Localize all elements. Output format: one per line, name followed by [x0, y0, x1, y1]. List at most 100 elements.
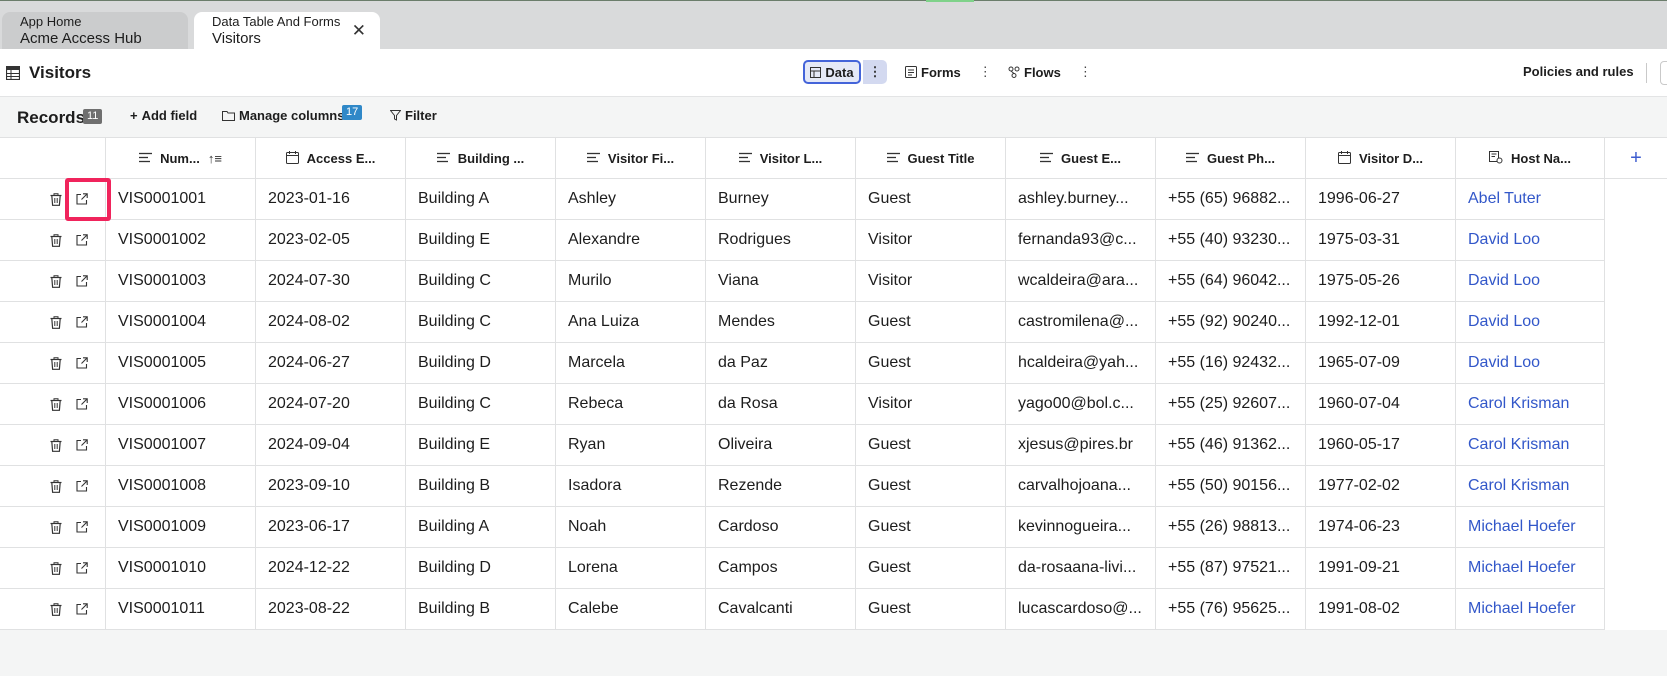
forms-view-button[interactable]: Forms [905, 65, 961, 80]
table-cell: Alexandre [556, 220, 706, 260]
column-header[interactable]: Visitor D... [1306, 138, 1456, 179]
table-row[interactable]: VIS0001009 2023-06-17 Building A Noah Cardos… [0, 507, 1605, 548]
host-name-link[interactable]: David Loo [1456, 261, 1605, 301]
filter-icon [390, 110, 401, 121]
table-cell: Isadora [556, 466, 706, 506]
close-tab-icon[interactable]: ✕ [352, 22, 366, 39]
add-field-label: Add field [141, 108, 198, 123]
column-header-label: Visitor D... [1358, 151, 1424, 166]
table-cell: Guest [856, 179, 1006, 219]
trash-icon[interactable] [49, 479, 63, 493]
trash-icon[interactable] [49, 520, 63, 534]
flows-view-button[interactable]: Flows [1008, 65, 1061, 80]
host-name-link[interactable]: Michael Hoefer [1456, 507, 1605, 547]
table-cell: 2023-06-17 [256, 507, 406, 547]
open-record-icon[interactable] [75, 520, 89, 534]
trash-icon[interactable] [49, 315, 63, 329]
filter-button[interactable]: Filter [390, 108, 437, 123]
column-header[interactable]: Visitor Fi... [556, 138, 706, 179]
table-cell: Viana [706, 261, 856, 301]
column-header-label: Guest Ph... [1207, 151, 1275, 166]
table-row[interactable]: VIS0001005 2024-06-27 Building D Marcela da … [0, 343, 1605, 384]
table-row[interactable]: VIS0001007 2024-09-04 Building E Ryan Olivei… [0, 425, 1605, 466]
host-name-link[interactable]: David Loo [1456, 343, 1605, 383]
host-name-link[interactable]: Carol Krisman [1456, 425, 1605, 465]
open-record-icon[interactable] [75, 438, 89, 452]
column-header[interactable]: Building ... [406, 138, 556, 179]
table-cell: +55 (50) 90156... [1156, 466, 1306, 506]
row-actions [0, 548, 106, 588]
manage-columns-button[interactable]: Manage columns [222, 108, 344, 123]
policies-and-rules-button[interactable]: Policies and rules [1523, 64, 1634, 79]
open-record-icon[interactable] [75, 356, 89, 370]
header-cut-off-button[interactable] [1660, 61, 1667, 85]
trash-icon[interactable] [49, 192, 63, 206]
table-row[interactable]: VIS0001008 2023-09-10 Building B Isadora Rez… [0, 466, 1605, 507]
open-record-icon[interactable] [75, 315, 89, 329]
open-record-icon[interactable] [75, 233, 89, 247]
host-name-link[interactable]: Carol Krisman [1456, 466, 1605, 506]
trash-icon[interactable] [49, 397, 63, 411]
data-view-button[interactable]: Data [803, 60, 861, 84]
table-cell: yago00@bol.c... [1006, 384, 1156, 424]
header-divider [1646, 63, 1647, 83]
add-field-button[interactable]: + Add field [130, 108, 197, 123]
table-row[interactable]: VIS0001011 2023-08-22 Building B Calebe Cava… [0, 589, 1605, 630]
host-name-link[interactable]: David Loo [1456, 302, 1605, 342]
row-actions [0, 466, 106, 506]
trash-icon[interactable] [49, 561, 63, 575]
host-name-link[interactable]: Carol Krisman [1456, 384, 1605, 424]
page-header: Visitors Data ⋮ Forms ⋮ Flows ⋮ Policies… [0, 49, 1667, 97]
table-row[interactable]: VIS0001001 2023-01-16 Building A Ashley Burn… [0, 179, 1605, 220]
column-header[interactable]: Visitor L... [706, 138, 856, 179]
column-header[interactable]: Host Na... [1456, 138, 1605, 179]
table-row[interactable]: VIS0001006 2024-07-20 Building C Rebeca da R… [0, 384, 1605, 425]
table-cell: Rebeca [556, 384, 706, 424]
table-cell: VIS0001007 [106, 425, 256, 465]
column-header[interactable]: Access E... [256, 138, 406, 179]
host-name-link[interactable]: Michael Hoefer [1456, 589, 1605, 629]
table-row[interactable]: VIS0001002 2023-02-05 Building E Alexandre R… [0, 220, 1605, 261]
open-record-icon[interactable] [75, 479, 89, 493]
table-icon [810, 66, 822, 78]
records-label: Records [17, 108, 86, 127]
table-cell: 2024-12-22 [256, 548, 406, 588]
open-record-icon[interactable] [75, 602, 89, 616]
table-cell: Calebe [556, 589, 706, 629]
trash-icon[interactable] [49, 356, 63, 370]
trash-icon[interactable] [49, 274, 63, 288]
tab-bar-accent [926, 0, 974, 2]
host-name-link[interactable]: Michael Hoefer [1456, 548, 1605, 588]
column-header[interactable]: Guest Title [856, 138, 1006, 179]
sort-ascending-icon[interactable]: ↑≡ [208, 151, 222, 166]
records-toolbar: Records 11 + Add field Manage columns 17… [0, 97, 1667, 137]
table-row[interactable]: VIS0001004 2024-08-02 Building C Ana Luiza M… [0, 302, 1605, 343]
data-more-menu-icon[interactable]: ⋮ [863, 60, 887, 84]
table-cell: Visitor [856, 261, 1006, 301]
column-header-label: Guest E... [1061, 151, 1121, 166]
flows-more-menu-icon[interactable]: ⋮ [1079, 64, 1092, 80]
forms-more-menu-icon[interactable]: ⋮ [979, 64, 992, 80]
add-column-button[interactable]: + [1605, 138, 1667, 179]
open-record-icon[interactable] [75, 561, 89, 575]
table-cell: 1996-06-27 [1306, 179, 1456, 219]
trash-icon[interactable] [49, 438, 63, 452]
column-header[interactable]: Num... ↑≡ [106, 138, 256, 179]
tab-visitors[interactable]: Data Table And Forms Visitors ✕ [194, 12, 380, 50]
table-cell: Visitor [856, 384, 1006, 424]
folder-icon [222, 111, 235, 121]
trash-icon[interactable] [49, 602, 63, 616]
host-name-link[interactable]: Abel Tuter [1456, 179, 1605, 219]
table-row[interactable]: VIS0001010 2024-12-22 Building D Lorena Camp… [0, 548, 1605, 589]
open-record-icon[interactable] [75, 397, 89, 411]
table-cell: +55 (16) 92432... [1156, 343, 1306, 383]
column-header[interactable]: Guest E... [1006, 138, 1156, 179]
table-cell: 2024-08-02 [256, 302, 406, 342]
open-record-icon[interactable] [75, 274, 89, 288]
trash-icon[interactable] [49, 233, 63, 247]
column-header[interactable]: Guest Ph... [1156, 138, 1306, 179]
table-row[interactable]: VIS0001003 2024-07-30 Building C Murilo Vian… [0, 261, 1605, 302]
host-name-link[interactable]: David Loo [1456, 220, 1605, 260]
table-cell: Marcela [556, 343, 706, 383]
tab-app-home[interactable]: App Home Acme Access Hub [2, 12, 188, 50]
